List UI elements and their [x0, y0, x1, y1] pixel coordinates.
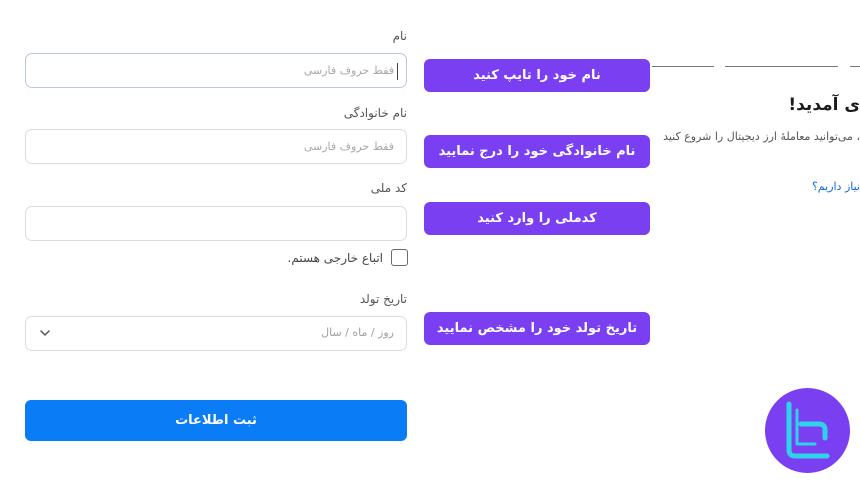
foreign-national-checkbox[interactable]: [391, 249, 408, 266]
national-id-field[interactable]: [25, 206, 407, 241]
welcome-heading: ی آمدید!: [788, 95, 860, 115]
help-link[interactable]: نیاز داریم؟: [812, 180, 860, 193]
first-name-field[interactable]: [25, 53, 407, 88]
last-name-input[interactable]: [26, 130, 406, 163]
birth-date-select[interactable]: روز / ماه / سال: [25, 316, 407, 351]
chevron-down-icon[interactable]: [38, 326, 52, 340]
national-id-label: کد ملی: [370, 181, 407, 195]
callout-first-name: نام خود را تایپ کنید: [424, 59, 650, 92]
step-line-2: [725, 66, 838, 67]
foreign-national-row[interactable]: اتباع خارجی هستم.: [288, 249, 408, 266]
foreign-national-label: اتباع خارجی هستم.: [287, 250, 383, 265]
submit-button[interactable]: ثبت اطلاعات: [25, 400, 407, 441]
brand-logo: [765, 388, 850, 473]
first-name-label: نام: [392, 29, 407, 43]
birth-date-placeholder: روز / ماه / سال: [321, 326, 394, 339]
welcome-intro: ، می‌توانید معاملهٔ ارز دیجیتال را شروع …: [663, 130, 860, 143]
text-caret: [396, 63, 398, 80]
callout-national-id: کدملی را وارد کنید: [424, 202, 650, 235]
logo-icon: [786, 401, 830, 459]
step-line-3: [850, 66, 860, 67]
last-name-field[interactable]: [25, 129, 407, 164]
national-id-input[interactable]: [26, 207, 406, 240]
birth-date-label: تاریخ تولد: [359, 292, 407, 306]
last-name-label: نام خانوادگی: [343, 106, 407, 120]
step-line-1: [652, 66, 714, 67]
callout-birth-date: تاریخ تولد خود را مشخص نمایید: [424, 312, 650, 345]
first-name-input[interactable]: [26, 54, 406, 87]
callout-last-name: نام خانوادگی خود را درج نمایید: [424, 135, 650, 168]
